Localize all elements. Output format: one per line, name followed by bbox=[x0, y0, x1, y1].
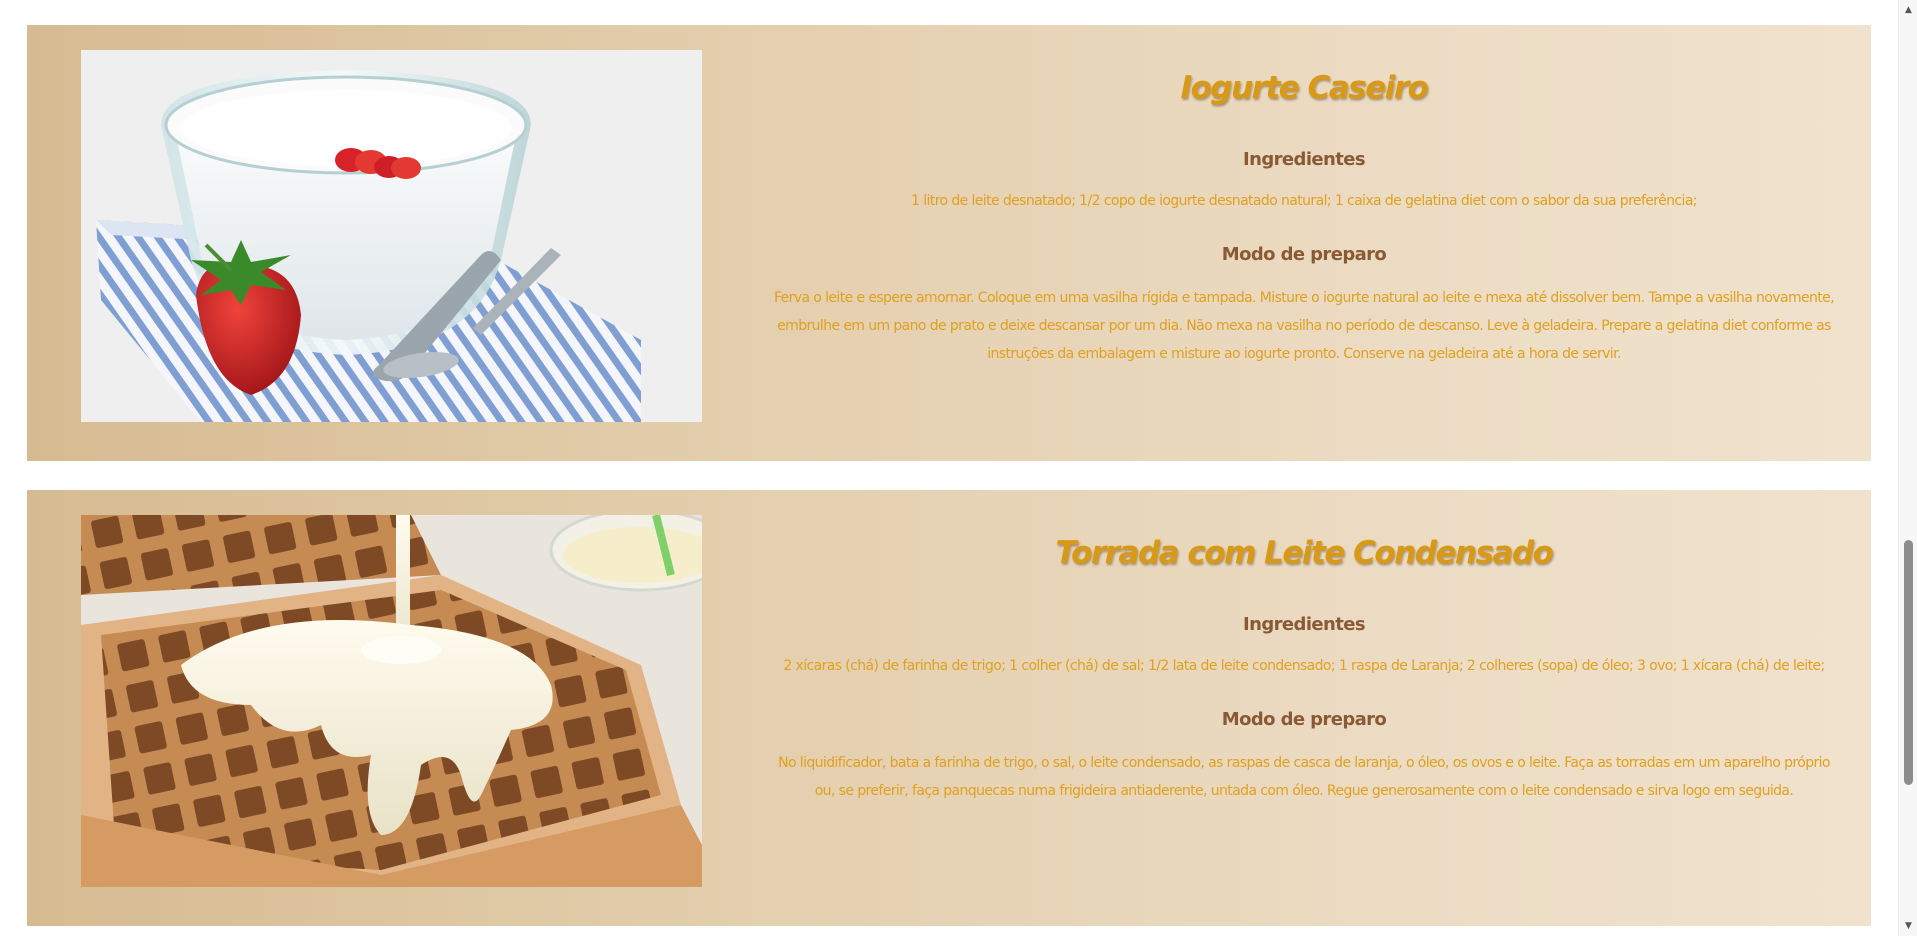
scroll-down-arrow-icon[interactable]: ▼ bbox=[1899, 918, 1917, 934]
page-viewport: Iogurte Caseiro Ingredientes 1 litro de … bbox=[0, 0, 1898, 936]
ingredients-heading: Ingredientes bbox=[1243, 614, 1365, 635]
scroll-up-arrow-icon[interactable]: ▲ bbox=[1899, 2, 1917, 18]
prep-text: Ferva o leite e espere amornar. Coloque … bbox=[773, 290, 1835, 362]
recipe-title: Torrada com Leite Condensado bbox=[1055, 535, 1554, 571]
recipe-photo-yogurt bbox=[81, 50, 702, 422]
recipe-title: Iogurte Caseiro bbox=[1180, 70, 1429, 106]
recipe-card-iogurte: Iogurte Caseiro Ingredientes 1 litro de … bbox=[27, 25, 1871, 461]
prep-text: No liquidificador, bata a farinha de tri… bbox=[778, 755, 1830, 799]
recipe-card-torrada: Torrada com Leite Condensado Ingrediente… bbox=[27, 490, 1871, 926]
ingredients-text: 1 litro de leite desnatado; 1/2 copo de … bbox=[911, 193, 1697, 209]
ingredients-heading: Ingredientes bbox=[1243, 149, 1365, 170]
recipe-photo-waffle bbox=[81, 515, 702, 887]
vertical-scrollbar[interactable]: ▲ ▼ bbox=[1898, 0, 1917, 936]
prep-heading: Modo de preparo bbox=[1221, 709, 1387, 730]
prep-heading: Modo de preparo bbox=[1221, 244, 1387, 265]
scrollbar-thumb[interactable] bbox=[1904, 540, 1913, 785]
ingredients-text: 2 xícaras (chá) de farinha de trigo; 1 c… bbox=[783, 658, 1825, 674]
waffle-image bbox=[81, 515, 702, 887]
yogurt-image bbox=[81, 50, 702, 422]
